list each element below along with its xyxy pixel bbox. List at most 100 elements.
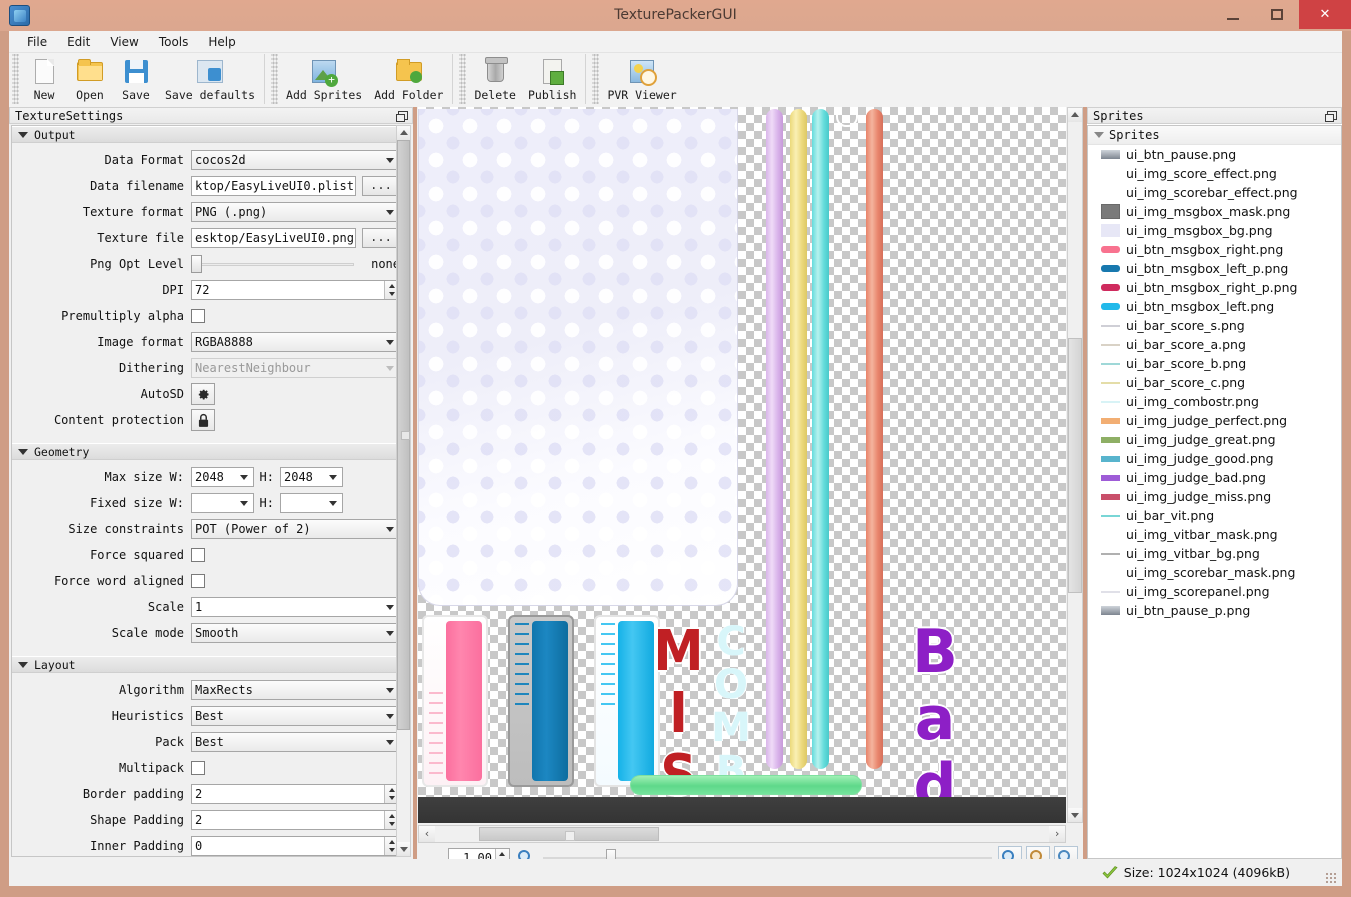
input-shape-padding[interactable]: 2 xyxy=(191,810,400,830)
scrollbar-thumb[interactable] xyxy=(479,827,659,841)
sprite-list-item[interactable]: ui_btn_msgbox_right.png xyxy=(1088,240,1341,259)
combo-scale[interactable]: 1 xyxy=(191,597,400,617)
sprite-list-item[interactable]: ui_img_judge_bad.png xyxy=(1088,468,1341,487)
toolbar-button-add-sprites[interactable]: Add Sprites xyxy=(280,53,368,102)
toolbar-grip-4[interactable] xyxy=(592,54,600,104)
scroll-up-arrow-icon[interactable] xyxy=(397,126,410,140)
sprite-list-item[interactable]: ui_btn_pause.png xyxy=(1088,145,1341,164)
sprite-list-item[interactable]: ui_img_judge_perfect.png xyxy=(1088,411,1341,430)
sprite-msgbox-bg[interactable] xyxy=(418,109,738,606)
float-panel-icon[interactable] xyxy=(1325,111,1337,122)
sprite-list-item[interactable]: ui_btn_msgbox_left_p.png xyxy=(1088,259,1341,278)
resize-grip-icon[interactable] xyxy=(1325,872,1336,883)
toolbar-button-add-folder[interactable]: Add Folder xyxy=(368,53,449,102)
sprite-list-item[interactable]: ui_img_judge_great.png xyxy=(1088,430,1341,449)
sprite-list-item[interactable]: ui_img_scorebar_effect.png xyxy=(1088,183,1341,202)
maximize-button[interactable] xyxy=(1255,0,1299,29)
combo-fixed-size-h[interactable] xyxy=(280,493,343,513)
combo-max-size-h[interactable]: 2048 xyxy=(280,467,343,487)
combo-pack[interactable]: Best xyxy=(191,732,400,752)
scrollbar-thumb[interactable] xyxy=(397,140,410,730)
sprite-list-item[interactable]: ui_img_msgbox_bg.png xyxy=(1088,221,1341,240)
toolbar-grip-3[interactable] xyxy=(459,54,467,104)
toolbar-button-publish[interactable]: Publish xyxy=(522,53,582,102)
minimize-button[interactable] xyxy=(1211,0,1255,29)
sprite-list-item[interactable]: ui_img_judge_good.png xyxy=(1088,449,1341,468)
float-panel-icon[interactable] xyxy=(396,111,408,122)
menu-item-view[interactable]: View xyxy=(100,33,148,51)
input-inner-padding[interactable]: 0 xyxy=(191,836,400,856)
close-button[interactable]: ✕ xyxy=(1299,0,1351,29)
sprite-list-item[interactable]: ui_btn_msgbox_right_p.png xyxy=(1088,278,1341,297)
input-dpi[interactable]: 72 xyxy=(191,280,400,300)
checkbox-premultiply-alpha[interactable] xyxy=(191,309,205,323)
group-header-layout[interactable]: Layout xyxy=(12,656,410,673)
slider-knob[interactable] xyxy=(191,255,202,273)
toolbar-grip[interactable] xyxy=(12,54,19,104)
toolbar-button-save-defaults[interactable]: Save defaults xyxy=(159,53,261,102)
sprite-list-item[interactable]: ui_img_scorepanel.png xyxy=(1088,582,1341,601)
scroll-up-arrow-icon[interactable] xyxy=(1068,108,1082,122)
combo-algorithm[interactable]: MaxRects xyxy=(191,680,400,700)
scroll-right-arrow-icon[interactable]: › xyxy=(1049,826,1065,842)
menu-item-edit[interactable]: Edit xyxy=(57,33,100,51)
menu-item-help[interactable]: Help xyxy=(198,33,245,51)
sprite-list-item[interactable]: ui_btn_pause_p.png xyxy=(1088,601,1341,620)
toolbar-button-open[interactable]: Open xyxy=(67,53,113,102)
sprite-list-item[interactable]: ui_bar_vit.png xyxy=(1088,506,1341,525)
sprites-tree-root[interactable]: Sprites xyxy=(1088,126,1341,145)
scroll-down-arrow-icon[interactable] xyxy=(397,842,410,856)
input-border-padding[interactable]: 2 xyxy=(191,784,400,804)
sprite-list-item[interactable]: ui_bar_score_a.png xyxy=(1088,335,1341,354)
group-header-output[interactable]: Output xyxy=(12,126,410,143)
toolbar-button-pvr-viewer[interactable]: PVR Viewer xyxy=(601,53,682,102)
sprite-list-item[interactable]: ui_img_judge_miss.png xyxy=(1088,487,1341,506)
combo-data-format[interactable]: cocos2d xyxy=(191,150,400,170)
combo-image-format[interactable]: RGBA8888 xyxy=(191,332,400,352)
sprite-list-item[interactable]: ui_img_scorebar_mask.png xyxy=(1088,563,1341,582)
settings-vertical-scrollbar[interactable] xyxy=(396,125,411,857)
sprite-vit-bar[interactable] xyxy=(630,775,862,795)
slider-png-opt-level[interactable] xyxy=(191,255,354,273)
browse-texture-file-button[interactable]: ... xyxy=(362,228,400,248)
combo-size-constraints[interactable]: POT (Power of 2) xyxy=(191,519,400,539)
sprite-bar-purple[interactable] xyxy=(766,109,783,769)
browse-data-filename-button[interactable]: ... xyxy=(362,176,400,196)
sprite-bar-orange[interactable] xyxy=(866,109,883,769)
menu-item-file[interactable]: File xyxy=(17,33,57,51)
menu-item-tools[interactable]: Tools xyxy=(149,33,199,51)
sprite-list-item[interactable]: ui_img_vitbar_bg.png xyxy=(1088,544,1341,563)
sprite-bar-cyan[interactable] xyxy=(812,109,829,769)
scroll-left-arrow-icon[interactable]: ‹ xyxy=(419,826,435,842)
texture-preview-canvas[interactable]: MISS COMBO Bad xyxy=(418,107,1066,823)
toolbar-button-save[interactable]: Save xyxy=(113,53,159,102)
sprite-list-item[interactable]: ui_bar_score_s.png xyxy=(1088,316,1341,335)
content-protection-button[interactable] xyxy=(191,409,215,431)
combo-fixed-size-w[interactable] xyxy=(191,493,254,513)
toolbar-grip-2[interactable] xyxy=(271,54,279,104)
combo-max-size-w[interactable]: 2048 xyxy=(191,467,254,487)
sprite-list-item[interactable]: ui_img_combostr.png xyxy=(1088,392,1341,411)
sprite-bar-yellow[interactable] xyxy=(790,109,807,769)
sprite-judge-bad-text[interactable]: Bad xyxy=(900,617,970,818)
checkbox-multipack[interactable] xyxy=(191,761,205,775)
sprite-list-item[interactable]: ui_btn_msgbox_left.png xyxy=(1088,297,1341,316)
toolbar-button-delete[interactable]: Delete xyxy=(468,53,522,102)
combo-scale-mode[interactable]: Smooth xyxy=(191,623,400,643)
checkbox-force-squared[interactable] xyxy=(191,548,205,562)
sprite-dark-bar[interactable] xyxy=(418,797,1066,823)
toolbar-button-new[interactable]: New xyxy=(21,53,67,102)
sprite-vitbar-mask[interactable] xyxy=(836,109,858,127)
canvas-horizontal-scrollbar[interactable]: ‹ › xyxy=(418,825,1066,843)
sprite-btn-msgbox-left-p[interactable] xyxy=(508,615,574,787)
sprite-list-item[interactable]: ui_img_vitbar_mask.png xyxy=(1088,525,1341,544)
group-header-geometry[interactable]: Geometry xyxy=(12,443,410,460)
sprite-list-item[interactable]: ui_bar_score_c.png xyxy=(1088,373,1341,392)
sprite-list-item[interactable]: ui_bar_score_b.png xyxy=(1088,354,1341,373)
sprite-list-item[interactable]: ui_img_msgbox_mask.png xyxy=(1088,202,1341,221)
scrollbar-thumb[interactable] xyxy=(1068,338,1082,593)
autosd-button[interactable] xyxy=(191,383,215,405)
sprite-btn-msgbox-right[interactable] xyxy=(422,615,488,787)
input-data-filename[interactable]: ktop/EasyLiveUI0.plist xyxy=(191,176,356,196)
combo-texture-format[interactable]: PNG (.png) xyxy=(191,202,400,222)
